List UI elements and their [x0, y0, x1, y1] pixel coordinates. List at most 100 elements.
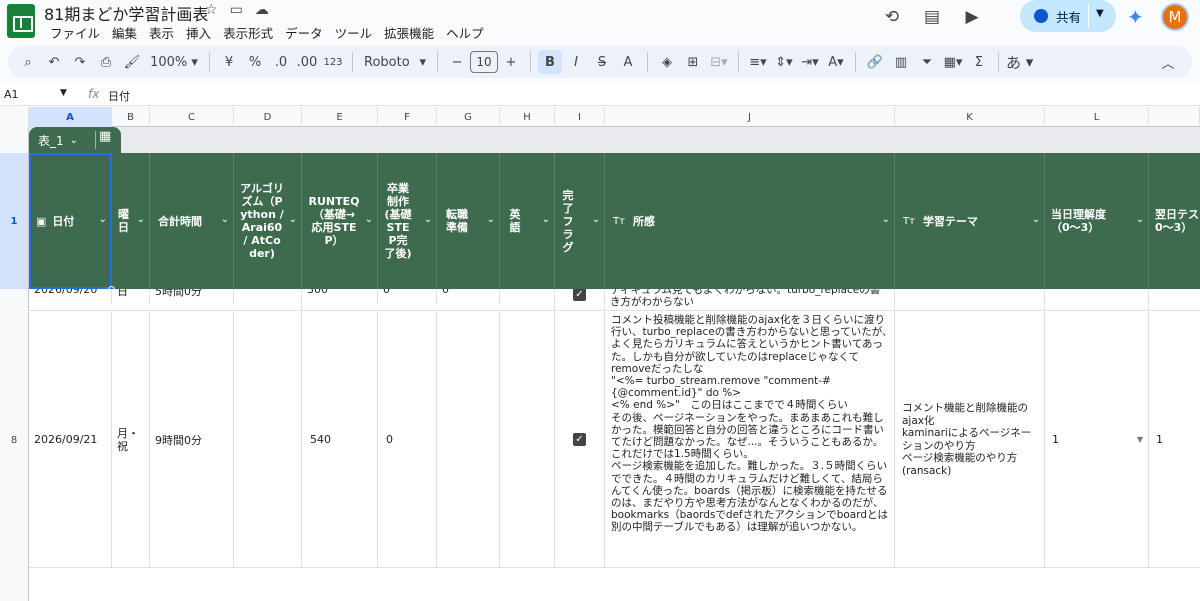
dropdown-arrow-icon[interactable]: ▼ — [1137, 435, 1143, 444]
insert-chart-icon[interactable]: ▥ — [889, 50, 913, 74]
header-done-flag[interactable]: 完了フラグ ⌄ — [555, 153, 605, 289]
insert-link-icon[interactable]: 🔗 — [863, 50, 887, 74]
text-color-button[interactable]: A — [616, 50, 640, 74]
meet-icon[interactable]: ▶ — [960, 5, 984, 29]
checkbox-checked-icon[interactable]: ✓ — [573, 289, 586, 301]
chevron-down-icon[interactable]: ⌄ — [882, 213, 890, 226]
cell-theme[interactable] — [895, 289, 1045, 310]
column-header-a[interactable]: A — [29, 107, 112, 127]
cell-today-understanding[interactable]: 1 ▼ — [1045, 312, 1149, 567]
chevron-down-icon[interactable]: ⌄ — [1136, 213, 1144, 226]
row-header-next[interactable] — [0, 568, 29, 601]
cell-today-understanding[interactable] — [1045, 289, 1149, 310]
column-header-i[interactable]: I — [555, 107, 605, 127]
header-today-understanding[interactable]: 当日理解度（0〜3） ⌄ — [1045, 153, 1149, 289]
menu-view[interactable]: 表示 — [143, 22, 180, 43]
chevron-down-icon[interactable]: ⌄ — [424, 213, 432, 226]
input-tools-button[interactable]: あ ▾ — [1006, 50, 1033, 74]
print-icon[interactable]: ⎙ — [94, 50, 118, 74]
header-total-time[interactable]: 合計時間 ⌄ — [150, 153, 234, 289]
text-rotate-icon[interactable]: A▾ — [824, 50, 848, 74]
menu-tools[interactable]: ツール — [329, 22, 379, 43]
header-memo[interactable]: Tт 所感 ⌄ — [605, 153, 895, 289]
table-view-icon[interactable]: ▦ — [99, 129, 111, 144]
zoom-select[interactable]: 100% ▾ — [146, 50, 202, 74]
chevron-down-icon[interactable]: ⌄ — [289, 213, 297, 226]
font-size-input[interactable]: 10 — [470, 51, 498, 73]
merge-cells-icon[interactable]: ⊟▾ — [707, 50, 731, 74]
filter-views-icon[interactable]: ▦▾ — [941, 50, 965, 74]
cell-date[interactable]: 2026/09/21 — [29, 312, 112, 567]
horizontal-align-icon[interactable]: ≡▾ — [746, 50, 770, 74]
cell-date[interactable]: 2026/09/20 — [29, 289, 112, 304]
cell-runteq[interactable]: 300 — [302, 289, 378, 304]
column-header-l[interactable]: L — [1045, 107, 1149, 127]
collapse-toolbar-icon[interactable]: ︿ — [1156, 50, 1180, 74]
select-all-corner[interactable] — [0, 107, 29, 127]
row-header-partial[interactable] — [0, 289, 29, 311]
header-runteq[interactable]: RUNTEQ（基礎→応用STEP） ⌄ — [302, 153, 378, 289]
row-header-8[interactable]: 8 — [0, 312, 29, 568]
header-weekday[interactable]: 曜日 ⌄ — [112, 153, 150, 289]
strikethrough-button[interactable]: S — [590, 50, 614, 74]
font-select[interactable]: Roboto ▾ — [360, 50, 430, 74]
redo-icon[interactable]: ↷ — [68, 50, 92, 74]
formula-input[interactable]: 日付 — [108, 88, 130, 104]
column-header-f[interactable]: F — [378, 107, 437, 127]
row-header-1[interactable]: 1 — [0, 153, 29, 289]
cell-runteq[interactable]: 540 — [302, 312, 378, 567]
name-box[interactable]: A1 ▼ — [4, 88, 74, 101]
column-header-m[interactable] — [1149, 107, 1200, 127]
paint-format-icon[interactable]: 🖌 — [120, 50, 144, 74]
cloud-status-icon[interactable]: ☁ — [255, 2, 269, 18]
chevron-down-icon[interactable]: ⌄ — [542, 213, 550, 226]
cell-next-test[interactable]: 1 — [1149, 312, 1200, 567]
cell-job[interactable] — [437, 312, 500, 567]
table-name-tab[interactable]: 表_1 ⌄ ▦ — [29, 127, 121, 153]
column-header-k[interactable]: K — [895, 107, 1045, 127]
vertical-align-icon[interactable]: ⇕▾ — [772, 50, 796, 74]
number-format-button[interactable]: 123 — [321, 50, 345, 74]
cell-weekday[interactable]: 月・祝 — [112, 312, 150, 567]
comments-icon[interactable]: ▤ — [920, 5, 944, 29]
column-header-j[interactable]: J — [605, 107, 895, 127]
cell-algorithm[interactable] — [234, 289, 302, 310]
column-header-c[interactable]: C — [150, 107, 234, 127]
chevron-down-icon[interactable]: ⌄ — [1032, 213, 1040, 226]
column-header-g[interactable]: G — [437, 107, 500, 127]
history-icon[interactable]: ⟲ — [880, 5, 904, 29]
header-next-test[interactable]: 翌日テス0〜3） — [1149, 153, 1200, 289]
checkbox-checked-icon[interactable]: ✓ — [573, 433, 586, 446]
increase-font-size-button[interactable]: + — [499, 50, 523, 74]
text-wrap-icon[interactable]: ⇥▾ — [798, 50, 822, 74]
cell-theme[interactable]: コメント機能と削除機能のajax化 kaminariによるページネーションのやり… — [895, 312, 1045, 567]
cell-graduation[interactable]: 0 — [378, 312, 437, 567]
header-algorithm[interactable]: アルゴリズム（Python / Arai60 / AtCoder) ⌄ — [234, 153, 302, 289]
header-theme[interactable]: Tт 学習テーマ ⌄ — [895, 153, 1045, 289]
chevron-down-icon[interactable]: ⌄ — [99, 213, 107, 226]
avatar[interactable]: M — [1161, 3, 1189, 31]
fill-color-icon[interactable]: ◈ — [655, 50, 679, 74]
italic-button[interactable]: I — [564, 50, 588, 74]
percent-format-button[interactable]: % — [243, 50, 267, 74]
menu-format[interactable]: 表示形式 — [217, 22, 279, 43]
decrease-decimal-button[interactable]: .0 — [269, 50, 293, 74]
header-date[interactable]: ▣ 日付 ⌄ — [29, 153, 112, 289]
chevron-down-icon[interactable]: ⌄ — [365, 213, 373, 226]
functions-icon[interactable]: Σ — [967, 50, 991, 74]
move-folder-icon[interactable]: ▭ — [230, 2, 243, 18]
chevron-down-icon[interactable]: ▼ — [60, 88, 67, 98]
undo-icon[interactable]: ↶ — [42, 50, 66, 74]
search-menus-icon[interactable]: ⌕ — [16, 50, 40, 74]
cell-algorithm[interactable] — [234, 312, 302, 567]
menu-insert[interactable]: 挿入 — [180, 22, 217, 43]
menu-file[interactable]: ファイル — [44, 22, 106, 43]
share-button[interactable]: 共有 ▼ — [1020, 0, 1116, 32]
cell-total-time[interactable]: 9時間0分 — [150, 312, 234, 567]
filter-icon[interactable]: ⏷ — [915, 50, 939, 74]
cell-done-flag[interactable]: ✓ — [555, 312, 605, 567]
menu-help[interactable]: ヘルプ — [440, 22, 490, 43]
cell-english[interactable] — [500, 289, 555, 310]
column-header-e[interactable]: E — [302, 107, 378, 127]
chevron-down-icon[interactable]: ⌄ — [221, 213, 229, 226]
